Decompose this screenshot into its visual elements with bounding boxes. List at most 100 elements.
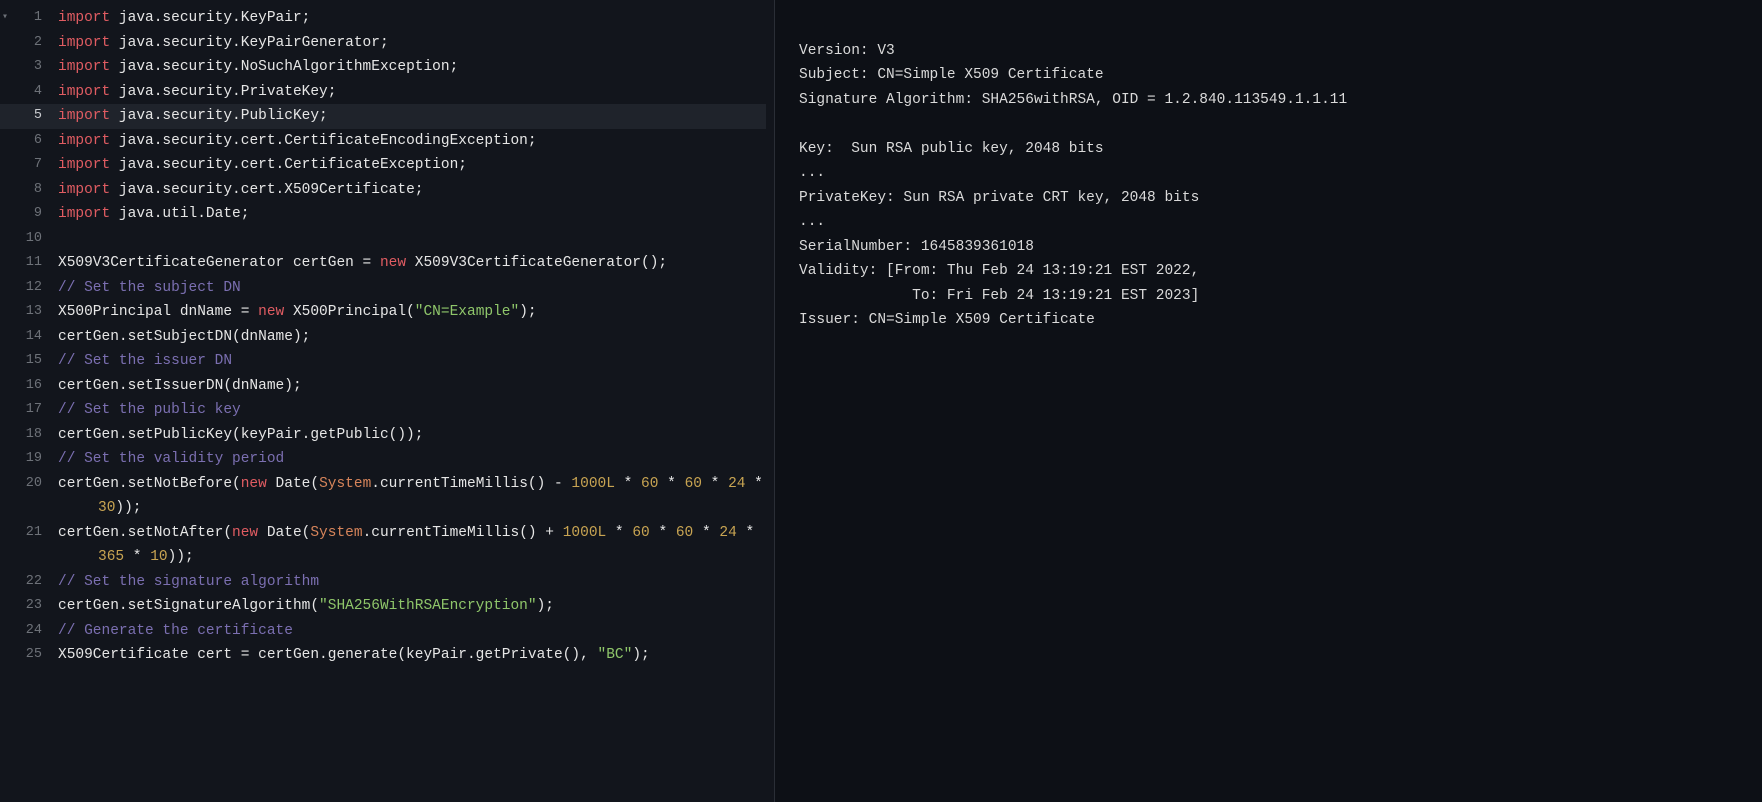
output-line: ...: [799, 210, 1738, 235]
code-token: java.security.KeyPair;: [110, 10, 310, 26]
code-token: );: [519, 304, 536, 320]
code-line[interactable]: import java.security.cert.CertificateEnc…: [58, 129, 766, 154]
output-pane[interactable]: Version: V3Subject: CN=Simple X509 Certi…: [775, 0, 1762, 802]
code-token: 365: [98, 549, 124, 565]
code-token: new: [232, 525, 258, 541]
code-token: java.util.Date;: [110, 206, 249, 222]
code-token: 60: [632, 525, 649, 541]
line-number: 21: [0, 521, 42, 546]
code-token: certGen.setNotAfter(: [58, 525, 232, 541]
code-line[interactable]: certGen.setNotAfter(new Date(System.curr…: [58, 521, 766, 546]
code-token: 24: [728, 476, 745, 492]
line-number: 13: [0, 300, 42, 325]
code-line[interactable]: X509Certificate cert = certGen.generate(…: [58, 643, 766, 668]
code-line[interactable]: X500Principal dnName = new X500Principal…: [58, 300, 766, 325]
line-number: 24: [0, 619, 42, 644]
code-line[interactable]: // Set the public key: [58, 398, 766, 423]
code-line[interactable]: import java.util.Date;: [58, 202, 766, 227]
code-token: new: [241, 476, 267, 492]
code-line[interactable]: import java.security.PrivateKey;: [58, 80, 766, 105]
code-line[interactable]: // Generate the certificate: [58, 619, 766, 644]
code-token: import: [58, 108, 110, 124]
line-number: 5: [0, 104, 50, 129]
code-line[interactable]: [58, 227, 766, 252]
code-token: new: [380, 255, 406, 271]
code-token: "BC": [598, 647, 633, 663]
code-line[interactable]: import java.security.KeyPair;: [58, 6, 766, 31]
output-line: Issuer: CN=Simple X509 Certificate: [799, 308, 1738, 333]
code-token: 24: [719, 525, 736, 541]
code-token: *: [658, 476, 684, 492]
code-token: 1000L: [563, 525, 607, 541]
code-line[interactable]: certGen.setNotBefore(new Date(System.cur…: [58, 472, 766, 497]
code-line[interactable]: 30));: [58, 496, 766, 521]
line-number: 7: [0, 153, 42, 178]
code-line[interactable]: import java.security.cert.CertificateExc…: [58, 153, 766, 178]
code-token: X500Principal(: [284, 304, 415, 320]
output-line: [799, 14, 1738, 39]
split-view: ▾1234567891011121314151617181920 21 2223…: [0, 0, 1762, 802]
code-line[interactable]: certGen.setSignatureAlgorithm("SHA256Wit…: [58, 594, 766, 619]
code-token: certGen.setSignatureAlgorithm(: [58, 598, 319, 614]
code-token: // Generate the certificate: [58, 623, 293, 639]
code-token: certGen.setIssuerDN(dnName);: [58, 378, 302, 394]
editor-pane[interactable]: ▾1234567891011121314151617181920 21 2223…: [0, 0, 775, 802]
code-token: X509Certificate cert = certGen.generate(…: [58, 647, 598, 663]
line-number: 2: [0, 31, 42, 56]
code-line[interactable]: // Set the validity period: [58, 447, 766, 472]
code-line[interactable]: certGen.setPublicKey(keyPair.getPublic()…: [58, 423, 766, 448]
output-line: ...: [799, 161, 1738, 186]
code-line[interactable]: import java.security.KeyPairGenerator;: [58, 31, 766, 56]
output-line: SerialNumber: 1645839361018: [799, 235, 1738, 260]
code-token: import: [58, 84, 110, 100]
code-token: System: [310, 525, 362, 541]
line-number: 12: [0, 276, 42, 301]
code-token: import: [58, 157, 110, 173]
line-number: 10: [0, 227, 42, 252]
code-token: 30: [98, 500, 115, 516]
code-line[interactable]: certGen.setSubjectDN(dnName);: [58, 325, 766, 350]
code-area[interactable]: import java.security.KeyPair;import java…: [50, 0, 774, 674]
code-line[interactable]: 365 * 10));: [58, 545, 766, 570]
code-token: new: [258, 304, 284, 320]
code-token: *: [615, 476, 641, 492]
output-line: Signature Algorithm: SHA256withRSA, OID …: [799, 88, 1738, 113]
code-token: X509V3CertificateGenerator();: [406, 255, 667, 271]
code-line[interactable]: import java.security.NoSuchAlgorithmExce…: [58, 55, 766, 80]
code-line[interactable]: import java.security.cert.X509Certificat…: [58, 178, 766, 203]
line-number: 15: [0, 349, 42, 374]
code-token: java.security.PublicKey;: [110, 108, 328, 124]
line-number: 20: [0, 472, 42, 497]
code-token: java.security.NoSuchAlgorithmException;: [110, 59, 458, 75]
code-token: ));: [115, 500, 141, 516]
code-token: // Set the validity period: [58, 451, 284, 467]
code-token: *: [606, 525, 632, 541]
code-token: );: [632, 647, 649, 663]
code-token: 1000L: [571, 476, 615, 492]
code-line[interactable]: certGen.setIssuerDN(dnName);: [58, 374, 766, 399]
code-token: "CN=Example": [415, 304, 519, 320]
code-token: );: [537, 598, 554, 614]
code-token: ));: [168, 549, 194, 565]
code-line[interactable]: // Set the subject DN: [58, 276, 766, 301]
code-token: *: [693, 525, 719, 541]
line-number: 25: [0, 643, 42, 668]
code-line[interactable]: import java.security.PublicKey;: [50, 104, 766, 129]
code-line[interactable]: X509V3CertificateGenerator certGen = new…: [58, 251, 766, 276]
code-line[interactable]: // Set the signature algorithm: [58, 570, 766, 595]
fold-chevron-icon[interactable]: ▾: [2, 6, 8, 31]
line-number: 19: [0, 447, 42, 472]
code-token: 10: [150, 549, 167, 565]
code-token: *: [124, 549, 150, 565]
code-token: import: [58, 10, 110, 26]
code-token: 60: [641, 476, 658, 492]
code-token: *: [650, 525, 676, 541]
line-number: 9: [0, 202, 42, 227]
code-token: java.security.KeyPairGenerator;: [110, 35, 388, 51]
line-number: ▾1: [0, 6, 42, 31]
code-token: import: [58, 182, 110, 198]
code-token: certGen.setPublicKey(keyPair.getPublic()…: [58, 427, 423, 443]
code-line[interactable]: // Set the issuer DN: [58, 349, 766, 374]
code-token: Date(: [267, 476, 319, 492]
line-number: 14: [0, 325, 42, 350]
